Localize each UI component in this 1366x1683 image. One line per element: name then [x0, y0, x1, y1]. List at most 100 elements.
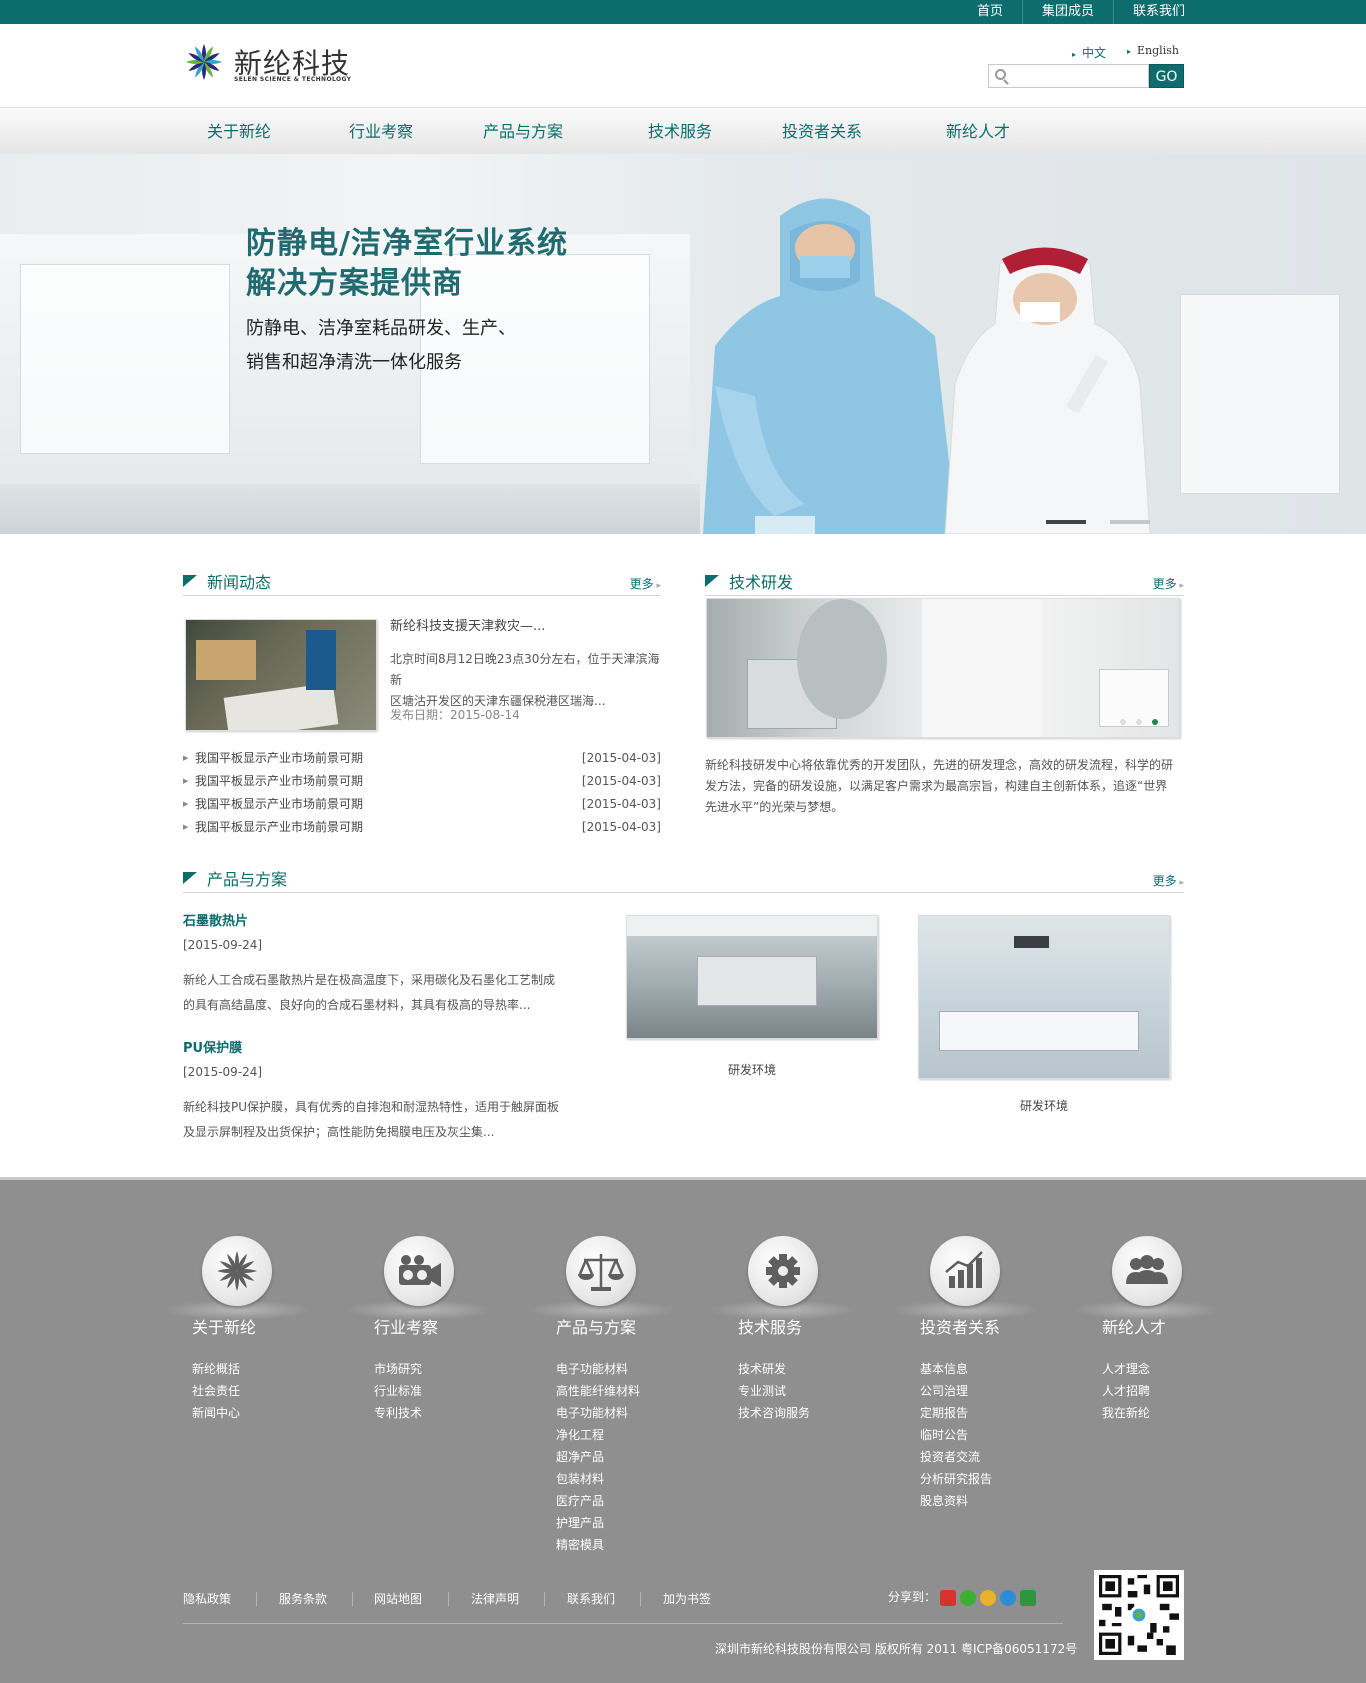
footer-link[interactable]: 新闻中心 — [192, 1402, 240, 1424]
weibo-share-icon[interactable] — [940, 1590, 956, 1606]
footer-link[interactable]: 基本信息 — [920, 1358, 968, 1380]
footer-link[interactable]: 临时公告 — [920, 1424, 968, 1446]
slider-dot[interactable] — [1110, 520, 1150, 524]
nav-item-about[interactable]: 关于新纶 — [207, 108, 271, 155]
footer-link[interactable]: 专利技术 — [374, 1402, 422, 1424]
product-name[interactable]: 石墨散热片 — [183, 911, 248, 932]
products-more-link[interactable]: 更多 — [1153, 872, 1184, 889]
douban-share-icon[interactable] — [1020, 1590, 1036, 1606]
footer-bottom-link-terms[interactable]: 服务条款 — [279, 1590, 327, 1607]
lang-english-link[interactable]: ▸ English — [1127, 44, 1179, 57]
product-photo-laboratory[interactable] — [918, 915, 1170, 1079]
news-item-title: 我国平板显示产业市场前景可期 — [195, 797, 364, 811]
product-date: [2015-09-24] — [183, 1065, 263, 1079]
nav-item-industry[interactable]: 行业考察 — [349, 108, 413, 155]
footer-link[interactable]: 护理产品 — [556, 1512, 604, 1534]
projector-shape — [1014, 936, 1049, 948]
footer-link[interactable]: 定期报告 — [920, 1402, 968, 1424]
news-item-title: 我国平板显示产业市场前景可期 — [195, 820, 364, 834]
footer-link[interactable]: 分析研究报告 — [920, 1468, 992, 1490]
search-input[interactable] — [1013, 65, 1133, 87]
top-link-home[interactable]: 首页 — [958, 0, 1022, 24]
footer-link[interactable]: 行业标准 — [374, 1380, 422, 1402]
footer-link[interactable]: 电子功能材料 — [556, 1402, 628, 1424]
product-photo-cleanroom[interactable] — [626, 915, 878, 1039]
nav-item-investors[interactable]: 投资者关系 — [782, 108, 862, 155]
search-box — [988, 64, 1149, 88]
lang-chinese-link[interactable]: ▸ 中文 — [1072, 44, 1106, 61]
footer-link[interactable]: 公司治理 — [920, 1380, 968, 1402]
slider-dot-active[interactable] — [1046, 520, 1086, 524]
news-feature-image[interactable] — [185, 619, 377, 731]
footer-link[interactable]: 医疗产品 — [556, 1490, 604, 1512]
footer-column-title[interactable]: 产品与方案 — [556, 1314, 636, 1338]
footer-link[interactable]: 技术咨询服务 — [738, 1402, 810, 1424]
footer-column-title[interactable]: 行业考察 — [374, 1314, 438, 1338]
list-item[interactable]: ▶ 我国平板显示产业市场前景可期 [2015-04-03] — [183, 816, 661, 838]
footer-link[interactable]: 新纶概括 — [192, 1358, 240, 1380]
footer-link[interactable]: 市场研究 — [374, 1358, 422, 1380]
footer-link[interactable]: 社会责任 — [192, 1380, 240, 1402]
people-icon[interactable] — [1112, 1236, 1182, 1306]
qzone-share-icon[interactable] — [980, 1590, 996, 1606]
carousel-dot[interactable] — [1136, 719, 1142, 725]
rnd-lab-image[interactable] — [706, 598, 1180, 738]
footer-bottom-link-legal[interactable]: 法律声明 — [471, 1590, 519, 1607]
footer-link[interactable]: 人才招聘 — [1102, 1380, 1150, 1402]
footer-bottom-link-sitemap[interactable]: 网站地图 — [374, 1590, 422, 1607]
cleanroom-window — [1180, 294, 1340, 494]
footer-bottom-link-contact[interactable]: 联系我们 — [567, 1590, 615, 1607]
news-more-link[interactable]: 更多 — [630, 575, 661, 592]
product-name[interactable]: PU保护膜 — [183, 1038, 242, 1059]
share-label: 分享到： — [888, 1590, 937, 1604]
footer-column-title[interactable]: 关于新纶 — [192, 1314, 256, 1338]
camera-icon[interactable] — [384, 1236, 454, 1306]
products-section-header: 产品与方案 更多 — [183, 869, 1184, 893]
footer-link[interactable]: 电子功能材料 — [556, 1358, 628, 1380]
footer-link[interactable]: 技术研发 — [738, 1358, 786, 1380]
nav-item-tech-service[interactable]: 技术服务 — [648, 108, 712, 155]
top-link-contact[interactable]: 联系我们 — [1114, 0, 1204, 24]
box-shape — [196, 640, 256, 680]
wechat-share-icon[interactable] — [960, 1590, 976, 1606]
lab-chamber-shape — [797, 599, 887, 719]
list-item[interactable]: ▶ 我国平板显示产业市场前景可期 [2015-04-03] — [183, 770, 661, 792]
footer-link[interactable]: 专业测试 — [738, 1380, 786, 1402]
footer-link[interactable]: 投资者交流 — [920, 1446, 980, 1468]
rnd-more-link[interactable]: 更多 — [1153, 575, 1184, 592]
footer-column-title[interactable]: 新纶人才 — [1102, 1314, 1166, 1338]
scale-icon[interactable] — [566, 1236, 636, 1306]
nav-item-products[interactable]: 产品与方案 — [483, 108, 563, 155]
carousel-dot[interactable] — [1120, 719, 1126, 725]
top-link-group-members[interactable]: 集团成员 — [1023, 0, 1113, 24]
search-go-button[interactable]: GO — [1149, 64, 1184, 88]
nav-item-talent[interactable]: 新纶人才 — [946, 108, 1010, 155]
footer-column-title[interactable]: 投资者关系 — [920, 1314, 1000, 1338]
footer-link[interactable]: 我在新纶 — [1102, 1402, 1150, 1424]
footer-link[interactable]: 包装材料 — [556, 1468, 604, 1490]
footer-column-title[interactable]: 技术服务 — [738, 1314, 802, 1338]
tencent-weibo-share-icon[interactable] — [1000, 1590, 1016, 1606]
carousel-dot-active[interactable] — [1152, 719, 1158, 725]
gear-icon[interactable] — [748, 1236, 818, 1306]
news-feature-title[interactable]: 新纶科技支援天津救灾—... — [390, 616, 545, 637]
news-section-header: 新闻动态 更多 — [183, 572, 661, 596]
list-item[interactable]: ▶ 我国平板显示产业市场前景可期 [2015-04-03] — [183, 793, 661, 815]
blue-suit-worker-image — [703, 198, 957, 534]
banner-subtitle: 防静电、洁净室耗品研发、生产、 销售和超净清洗一体化服务 — [246, 318, 516, 373]
logo-flower-icon[interactable] — [184, 42, 224, 82]
footer-link[interactable]: 股息资料 — [920, 1490, 968, 1512]
product-date: [2015-09-24] — [183, 938, 263, 952]
footer-link[interactable]: 高性能纤维材料 — [556, 1380, 640, 1402]
footer-link[interactable]: 净化工程 — [556, 1424, 604, 1446]
chart-icon[interactable] — [930, 1236, 1000, 1306]
hero-banner[interactable]: 防静电/洁净室行业系统 解决方案提供商 防静电、洁净室耗品研发、生产、 销售和超… — [0, 154, 1366, 534]
footer-link[interactable]: 超净产品 — [556, 1446, 604, 1468]
list-item[interactable]: ▶ 我国平板显示产业市场前景可期 [2015-04-03] — [183, 747, 661, 769]
footer-link[interactable]: 精密模具 — [556, 1534, 604, 1556]
photo-caption: 研发环境 — [727, 1063, 776, 1077]
footer-bottom-link-privacy[interactable]: 隐私政策 — [183, 1590, 231, 1607]
footer-bottom-link-bookmark[interactable]: 加为书签 — [663, 1590, 711, 1607]
flower-icon[interactable] — [202, 1236, 272, 1306]
footer-link[interactable]: 人才理念 — [1102, 1358, 1150, 1380]
